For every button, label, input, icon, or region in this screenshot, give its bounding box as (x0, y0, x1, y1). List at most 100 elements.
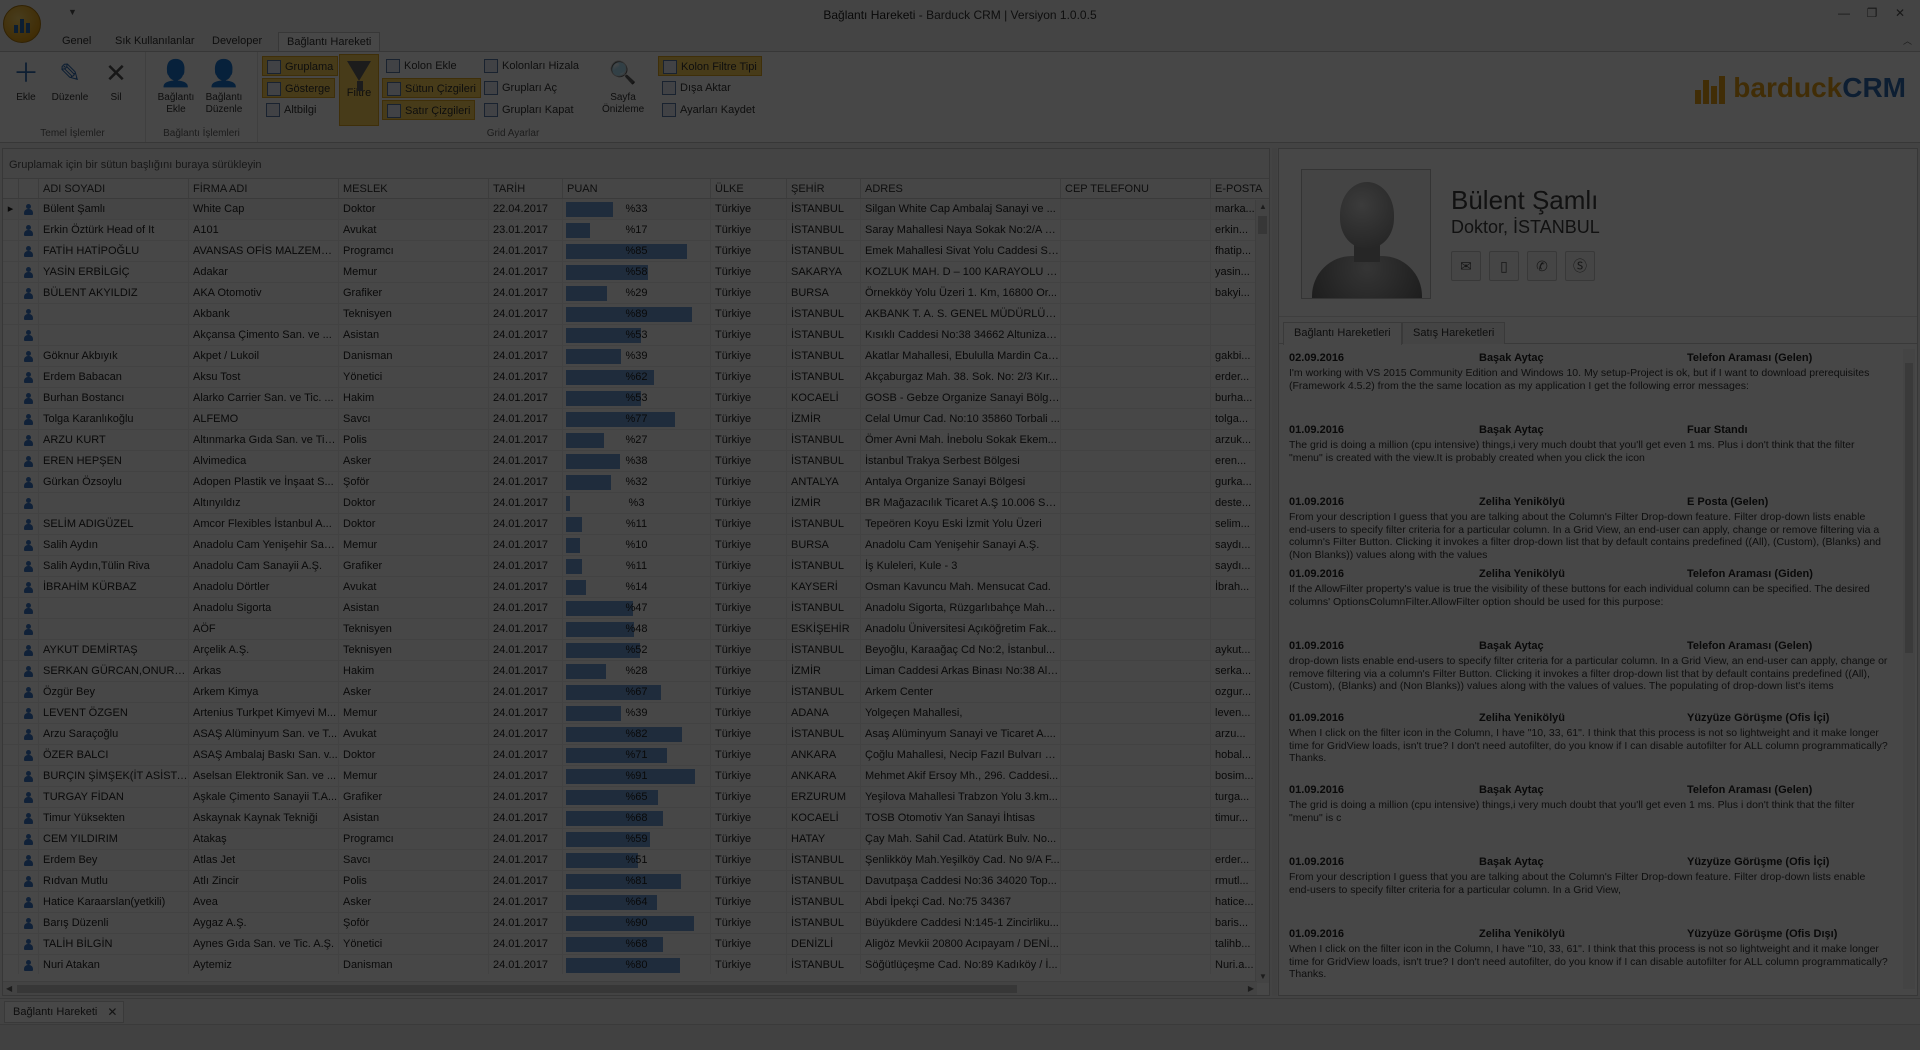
minimize-icon[interactable]: — (1834, 6, 1854, 22)
grid-vertical-scrollbar[interactable]: ▲ ▼ (1255, 200, 1269, 983)
table-row[interactable]: Barış Düzenli Aygaz A.Ş. Şoför 24.01.2017 %9… (3, 913, 1269, 934)
edit-contact-button[interactable]: 👤 Bağlantı Düzenle (202, 56, 246, 126)
edit-button[interactable]: ✎ Düzenle (48, 56, 92, 126)
activity-item[interactable]: 01.09.2016 Zeliha Yenikölyü E Posta (Gelen… (1287, 493, 1897, 565)
table-row[interactable]: SERKAN GÜRCAN,ONUR K... Arkas Hakim 24.01.2… (3, 661, 1269, 682)
table-row[interactable]: FATİH HATİPOĞLU AVANSAS OFİS MALZEMEL... P… (3, 241, 1269, 262)
table-row[interactable]: YASİN ERBİLGİÇ Adakar Memur 24.01.2017 %58 Tü… (3, 262, 1269, 283)
table-row[interactable]: BURÇIN ŞİMŞEK(İT ASİSTA... Aselsan Elektr… (3, 766, 1269, 787)
column-header[interactable]: ADI SOYADI (39, 179, 189, 198)
restore-icon[interactable]: ❐ (1862, 6, 1882, 22)
activity-item[interactable]: 01.09.2016 Zeliha Yenikölyü Yüzyüze Görüşm… (1287, 709, 1897, 781)
skype-contact-button[interactable]: Ⓢ (1565, 251, 1595, 281)
column-lines-toggle[interactable]: Sütun Çizgileri (382, 78, 481, 98)
table-row[interactable]: Özgür Bey Arkem Kimya Asker 24.01.2017 %67 Tü… (3, 682, 1269, 703)
activity-item[interactable]: 01.09.2016 Başak Aytaç Telefon Araması (Ge… (1287, 637, 1897, 709)
table-row[interactable]: TURGAY FİDAN Aşkale Çimento Sanayii T.A..… (3, 787, 1269, 808)
grid-horizontal-scrollbar[interactable]: ◀ ▶ (3, 981, 1257, 995)
table-row[interactable]: ▸ Bülent Şamlı White Cap Doktor 22.04.2017 %3… (3, 199, 1269, 220)
table-row[interactable]: Timur Yüksekten Askaynak Kaynak Tekniği As… (3, 808, 1269, 829)
tab-developer[interactable]: Developer (204, 32, 270, 52)
table-row[interactable]: Akbank Teknisyen 24.01.2017 %89 Türkiye İSTAN… (3, 304, 1269, 325)
activity-scroll-thumb[interactable] (1905, 363, 1913, 653)
table-row[interactable]: Hatice Karaarslan(yetkili) Avea Asker 24.01… (3, 892, 1269, 913)
panel-splitter[interactable] (1272, 148, 1277, 996)
table-row[interactable]: Erkin Öztürk Head of It A101 Avukat 23.01.2… (3, 220, 1269, 241)
document-tab[interactable]: Bağlantı Hareketi ✕ (4, 1001, 125, 1023)
tab-genel[interactable]: Genel (54, 32, 99, 52)
table-row[interactable]: Erdem Bey Atlas Jet Savcı 24.01.2017 %51 Türk… (3, 850, 1269, 871)
column-header[interactable]: CEP TELEFONU (1061, 179, 1211, 198)
table-row[interactable]: CEM YILDIRIM Atakaş Programcı 24.01.2017 %59… (3, 829, 1269, 850)
table-row[interactable]: Tolga Karanlıkoğlu ALFEMO Savcı 24.01.2017%… (3, 409, 1269, 430)
table-row[interactable]: Altınyıldız Doktor 24.01.2017 %3 Türkiye İZMİ… (3, 493, 1269, 514)
scroll-left-icon[interactable]: ◀ (6, 984, 12, 993)
column-header[interactable]: ADRES (861, 179, 1061, 198)
table-row[interactable]: Erdem Babacan Aksu Tost Yönetici 24.01.2017… (3, 367, 1269, 388)
footer-toggle[interactable]: Altbilgi (262, 100, 320, 120)
activity-item[interactable]: 01.09.2016 Başak Aytaç Yüzyüze Görüşme (Of… (1287, 853, 1897, 925)
tab-contact-activity[interactable]: Bağlantı Hareketi (278, 32, 381, 52)
group-by-panel[interactable]: Gruplamak için bir sütun başlığını buray… (3, 149, 1269, 179)
table-row[interactable]: İBRAHİM KÜRBAZ Anadolu Dörtler Avukat 24.01… (3, 577, 1269, 598)
print-preview-button[interactable]: 🔍 Sayfa Önizleme (602, 56, 644, 126)
activity-item[interactable]: 02.09.2016 Başak Aytaç Telefon Araması (Ge… (1287, 349, 1897, 421)
collapse-groups-button[interactable]: Grupları Kapat (480, 100, 578, 120)
close-icon[interactable]: ✕ (1890, 6, 1910, 22)
column-header[interactable]: E-POSTA (1211, 179, 1269, 198)
table-row[interactable]: AYKUT DEMİRTAŞ Arçelik A.Ş. Teknisyen 24.01… (3, 640, 1269, 661)
scroll-up-icon[interactable]: ▲ (1259, 202, 1267, 211)
grid-horizontal-scroll-thumb[interactable] (17, 985, 1017, 993)
table-row[interactable]: Nuri Atakan Aytemiz Danisman 24.01.2017 %80 T… (3, 955, 1269, 974)
grouping-toggle[interactable]: Gruplama (262, 56, 339, 76)
close-tab-icon[interactable]: ✕ (107, 1005, 117, 1019)
export-button[interactable]: Dışa Aktar (658, 78, 735, 98)
table-row[interactable]: EREN HEPŞEN Alvimedica Asker 24.01.2017 %38 T… (3, 451, 1269, 472)
activity-item[interactable]: 01.09.2016 Zeliha Yenikölyü Telefon Aramas… (1287, 565, 1897, 637)
save-settings-button[interactable]: Ayarları Kaydet (658, 100, 759, 120)
indicator-toggle[interactable]: Gösterge (262, 78, 336, 98)
activity-item[interactable]: 01.09.2016 Başak Aytaç Fuar Standı The grid… (1287, 421, 1897, 493)
table-row[interactable]: BÜLENT AKYILDIZ AKA Otomotiv Grafiker 24.01… (3, 283, 1269, 304)
column-filter-type-button[interactable]: Kolon Filtre Tipi (658, 56, 762, 76)
column-header[interactable]: ÜLKE (711, 179, 787, 198)
column-header[interactable]: ŞEHİR (787, 179, 861, 198)
expand-groups-button[interactable]: Grupları Aç (480, 78, 561, 98)
column-header[interactable]: FİRMA ADI (189, 179, 339, 198)
delete-button[interactable]: ✕ Sil (94, 56, 138, 126)
table-row[interactable]: Salih Aydın,Tülin Riva Anadolu Cam Sanayi… (3, 556, 1269, 577)
table-row[interactable]: ÖZER BALCI ASAŞ Ambalaj Baskı San. v... Do… (3, 745, 1269, 766)
table-row[interactable]: SELİM ADIGÜZEL Amcor Flexibles İstanbul A… (3, 514, 1269, 535)
add-button[interactable]: ＋ Ekle (4, 56, 48, 126)
table-row[interactable]: LEVENT ÖZGEN Artenius Turkpet Kimyevi M..… (3, 703, 1269, 724)
table-row[interactable]: AÖF Teknisyen 24.01.2017 %48 Türkiye ESKİŞEHİ… (3, 619, 1269, 640)
activity-item[interactable]: 01.09.2016 Zeliha Yenikölyü Yüzyüze Görüşm… (1287, 925, 1897, 989)
table-row[interactable]: Burhan Bostancı Alarko Carrier San. ve Ti… (3, 388, 1269, 409)
align-columns-button[interactable]: Kolonları Hizala (480, 56, 583, 76)
table-row[interactable]: Akçansa Çimento San. ve ... Asistan 24.01.… (3, 325, 1269, 346)
mobile-contact-button[interactable]: ▯ (1489, 251, 1519, 281)
activity-item[interactable]: 01.09.2016 Başak Aytaç Telefon Araması (Ge… (1287, 781, 1897, 853)
table-row[interactable]: ARZU KURT Altınmarka Gıda San. ve Tic... P… (3, 430, 1269, 451)
table-row[interactable]: Gürkan Özsoylu Adopen Plastik ve İnşaat S… (3, 472, 1269, 493)
scroll-right-icon[interactable]: ▶ (1248, 984, 1254, 993)
column-header[interactable]: PUAN (563, 179, 711, 198)
column-header[interactable]: TARİH (489, 179, 563, 198)
table-row[interactable]: Göknur Akbıyık Akpet / Lukoil Danisman 24.0… (3, 346, 1269, 367)
activity-scrollbar[interactable] (1903, 349, 1915, 989)
row-lines-toggle[interactable]: Satır Çizgileri (382, 100, 476, 120)
column-header[interactable]: MESLEK (339, 179, 489, 198)
grid-vertical-scroll-thumb[interactable] (1258, 216, 1267, 234)
email-contact-button[interactable]: ✉ (1451, 251, 1481, 281)
tab-contact-activities[interactable]: Bağlantı Hareketleri (1283, 322, 1402, 345)
tab-favorites[interactable]: Sık Kullanılanlar (107, 32, 203, 52)
table-row[interactable]: Anadolu Sigorta Asistan 24.01.2017 %47 Türki… (3, 598, 1269, 619)
tab-sales-activities[interactable]: Satış Hareketleri (1402, 322, 1506, 344)
ribbon-collapse-icon[interactable]: ︿ (1903, 34, 1912, 47)
add-contact-button[interactable]: 👤 Bağlantı Ekle (154, 56, 198, 126)
table-row[interactable]: Rıdvan Mutlu Atlı Zincir Polis 24.01.2017 %8… (3, 871, 1269, 892)
filter-toggle-button[interactable]: Filtre (339, 54, 379, 126)
app-menu-button[interactable] (3, 5, 41, 43)
table-row[interactable]: Salih Aydın Anadolu Cam Yenişehir San... M… (3, 535, 1269, 556)
table-row[interactable]: Arzu Saraçoğlu ASAŞ Alüminyum San. ve T..… (3, 724, 1269, 745)
